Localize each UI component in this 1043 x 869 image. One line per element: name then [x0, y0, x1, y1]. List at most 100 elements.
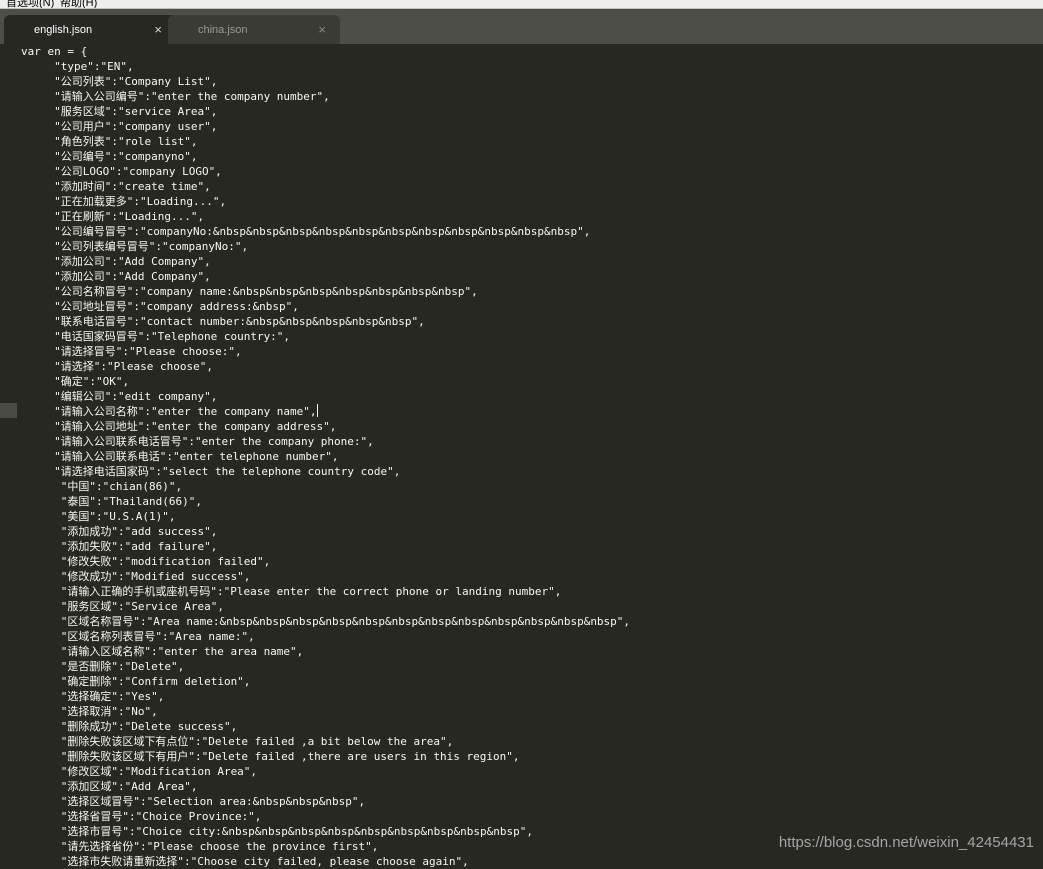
code-line-text: "电话国家码冒号":"Telephone country:",	[21, 330, 291, 343]
code-line-text: "删除失败该区域下有点位":"Delete failed ,a bit belo…	[21, 735, 454, 748]
code-line: "请输入公司名称":"enter the company name",	[21, 404, 1031, 419]
tab-label: english.json	[34, 23, 93, 36]
code-line: "修改区域":"Modification Area",	[21, 764, 1031, 779]
menu-item-help[interactable]: 帮助(H)	[60, 0, 97, 8]
code-line: "请输入区域名称":"enter the area name",	[21, 644, 1031, 659]
code-line: "公司用户":"company user",	[21, 119, 1031, 134]
code-line: "添加公司":"Add Company",	[21, 254, 1031, 269]
code-line-text: "编辑公司":"edit company",	[21, 390, 218, 403]
code-line: "联系电话冒号":"contact number:&nbsp&nbsp&nbsp…	[21, 314, 1031, 329]
code-line-text: "选择市失败请重新选择":"Choose city failed, please…	[21, 855, 469, 868]
code-line-text: "修改成功":"Modified success",	[21, 570, 251, 583]
code-line-text: "区域名称冒号":"Area name:&nbsp&nbsp&nbsp&nbsp…	[21, 615, 631, 628]
code-line: "区域名称列表冒号":"Area name:",	[21, 629, 1031, 644]
tab-china-json[interactable]: china.json ×	[168, 15, 340, 44]
code-line-text: "选择省冒号":"Choice Province:",	[21, 810, 262, 823]
close-icon[interactable]: ×	[318, 23, 326, 36]
code-line: "添加公司":"Add Company",	[21, 269, 1031, 284]
code-line: "中国":"chian(86)",	[21, 479, 1031, 494]
code-line: "添加区域":"Add Area",	[21, 779, 1031, 794]
code-line-text: "区域名称列表冒号":"Area name:",	[21, 630, 255, 643]
code-line: var en = {	[21, 44, 1031, 59]
text-cursor	[316, 404, 318, 417]
code-line-text: "是否删除":"Delete",	[21, 660, 185, 673]
code-line-text: "添加区域":"Add Area",	[21, 780, 198, 793]
code-line-text: "公司地址冒号":"company address:&nbsp",	[21, 300, 299, 313]
code-line: "选择省冒号":"Choice Province:",	[21, 809, 1031, 824]
close-icon[interactable]: ×	[154, 23, 162, 36]
code-line-text: "请输入公司地址":"enter the company address",	[21, 420, 337, 433]
code-line: "美国":"U.S.A(1)",	[21, 509, 1031, 524]
code-line-text: "泰国":"Thailand(66)",	[21, 495, 202, 508]
code-line-text: "请选择电话国家码":"select the telephone country…	[21, 465, 401, 478]
code-line: "删除成功":"Delete success",	[21, 719, 1031, 734]
code-line-text: "修改区域":"Modification Area",	[21, 765, 258, 778]
code-line-text: "请选择冒号":"Please choose:",	[21, 345, 242, 358]
code-editor[interactable]: var en = { "type":"EN", "公司列表":"Company …	[0, 44, 1043, 868]
code-line: "泰国":"Thailand(66)",	[21, 494, 1031, 509]
code-line-text: "联系电话冒号":"contact number:&nbsp&nbsp&nbsp…	[21, 315, 425, 328]
code-line: "删除失败该区域下有点位":"Delete failed ,a bit belo…	[21, 734, 1031, 749]
code-line: "编辑公司":"edit company",	[21, 389, 1031, 404]
code-line-text: "公司列表编号冒号":"companyNo:",	[21, 240, 249, 253]
code-line: "角色列表":"role list",	[21, 134, 1031, 149]
code-line-text: "角色列表":"role list",	[21, 135, 198, 148]
code-line: "添加时间":"create time",	[21, 179, 1031, 194]
menu-bar: 首选项(N) 帮助(H)	[0, 0, 1043, 9]
code-line: "请输入公司联系电话冒号":"enter the company phone:"…	[21, 434, 1031, 449]
code-line-text: "请输入公司名称":"enter the company name",	[21, 405, 317, 418]
code-line-text: "公司编号":"companyno",	[21, 150, 198, 163]
code-line-text: "中国":"chian(86)",	[21, 480, 183, 493]
code-line: "公司列表编号冒号":"companyNo:",	[21, 239, 1031, 254]
code-line: "正在刷新":"Loading...",	[21, 209, 1031, 224]
code-line-text: "确定删除":"Confirm deletion",	[21, 675, 251, 688]
code-line: "是否删除":"Delete",	[21, 659, 1031, 674]
watermark: https://blog.csdn.net/weixin_42454431	[778, 834, 1034, 851]
code-line-text: "公司用户":"company user",	[21, 120, 218, 133]
tab-label: china.json	[198, 23, 248, 36]
code-line: "确定删除":"Confirm deletion",	[21, 674, 1031, 689]
code-line: "修改失败":"modification failed",	[21, 554, 1031, 569]
code-line: "正在加载更多":"Loading...",	[21, 194, 1031, 209]
code-line: "选择取消":"No",	[21, 704, 1031, 719]
code-line-text: "添加失败":"add failure",	[21, 540, 218, 553]
code-line-text: "美国":"U.S.A(1)",	[21, 510, 176, 523]
code-line: "公司编号":"companyno",	[21, 149, 1031, 164]
code-line: "选择市失败请重新选择":"Choose city failed, please…	[21, 854, 1031, 869]
tab-strip: english.json × china.json ×	[0, 9, 1043, 44]
code-line-text: "添加公司":"Add Company",	[21, 255, 211, 268]
code-line: "公司地址冒号":"company address:&nbsp",	[21, 299, 1031, 314]
code-line: "type":"EN",	[21, 59, 1031, 74]
code-line-text: "选择确定":"Yes",	[21, 690, 165, 703]
code-line-text: "选择市冒号":"Choice city:&nbsp&nbsp&nbsp&nbs…	[21, 825, 533, 838]
code-line-text: "添加公司":"Add Company",	[21, 270, 211, 283]
code-line-text: "选择区域冒号":"Selection area:&nbsp&nbsp&nbsp…	[21, 795, 366, 808]
code-line-text: "正在刷新":"Loading...",	[21, 210, 205, 223]
code-line-text: "请输入公司联系电话":"enter telephone number",	[21, 450, 339, 463]
code-line: "确定":"OK",	[21, 374, 1031, 389]
code-line: "请输入正确的手机或座机号码":"Please enter the correc…	[21, 584, 1031, 599]
code-line: "公司名称冒号":"company name:&nbsp&nbsp&nbsp&n…	[21, 284, 1031, 299]
code-line: "添加失败":"add failure",	[21, 539, 1031, 554]
code-line-text: var en = {	[21, 45, 88, 58]
code-line-text: "正在加载更多":"Loading...",	[21, 195, 227, 208]
code-line-text: "公司LOGO":"company LOGO",	[21, 165, 222, 178]
code-line: "添加成功":"add success",	[21, 524, 1031, 539]
code-line: "请选择冒号":"Please choose:",	[21, 344, 1031, 359]
code-line-text: "选择取消":"No",	[21, 705, 158, 718]
code-line-text: "添加时间":"create time",	[21, 180, 211, 193]
code-line: "请输入公司地址":"enter the company address",	[21, 419, 1031, 434]
code-line-text: "请输入公司联系电话冒号":"enter the company phone:"…	[21, 435, 374, 448]
code-line: "修改成功":"Modified success",	[21, 569, 1031, 584]
code-line-text: "删除失败该区域下有用户":"Delete failed ,there are …	[21, 750, 520, 763]
code-line-text: "请选择":"Please choose",	[21, 360, 213, 373]
code-text-area[interactable]: var en = { "type":"EN", "公司列表":"Company …	[21, 44, 1031, 869]
code-line-text: "公司列表":"Company List",	[21, 75, 218, 88]
tab-english-json[interactable]: english.json ×	[4, 15, 176, 44]
code-line-text: "服务区域":"Service Area",	[21, 600, 224, 613]
code-line: "服务区域":"service Area",	[21, 104, 1031, 119]
code-line: "删除失败该区域下有用户":"Delete failed ,there are …	[21, 749, 1031, 764]
menu-item-preferences[interactable]: 首选项(N)	[6, 0, 54, 8]
code-line: "选择区域冒号":"Selection area:&nbsp&nbsp&nbsp…	[21, 794, 1031, 809]
code-line-text: "请输入正确的手机或座机号码":"Please enter the correc…	[21, 585, 562, 598]
